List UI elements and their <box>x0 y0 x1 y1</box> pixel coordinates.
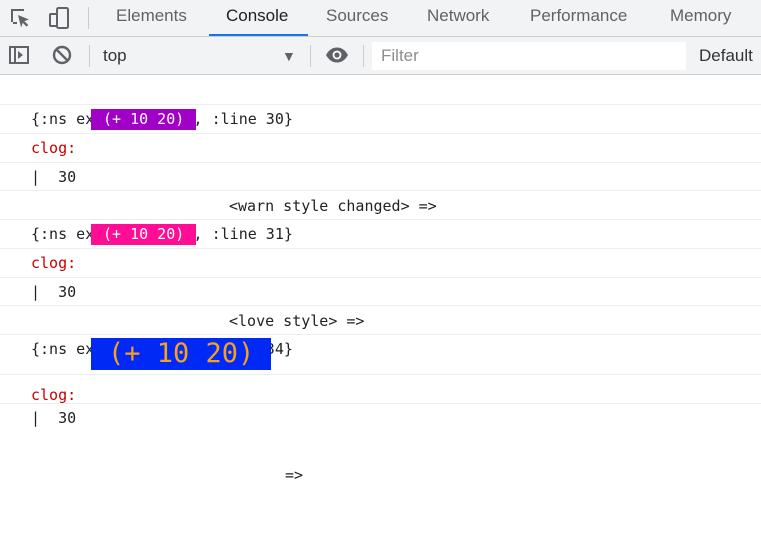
console-message-meta: {:ns examples.demo, :line 34} <box>0 306 761 358</box>
toolbar-separator <box>310 45 311 67</box>
inspect-element-icon[interactable] <box>8 6 32 30</box>
devtools-tabbar: Elements Console Sources Network Perform… <box>0 0 761 37</box>
log-levels-dropdown[interactable]: Default <box>699 44 753 68</box>
console-output: {:ns examples.demo, :line 30} clog: (+ 1… <box>0 76 761 484</box>
expression-badge: (+ 10 20) <box>91 338 272 370</box>
expression-badge: (+ 10 20) <box>91 109 197 130</box>
active-tab-indicator <box>209 34 308 36</box>
eye-icon[interactable] <box>325 44 349 66</box>
show-sidebar-icon[interactable] <box>8 44 30 66</box>
tab-memory[interactable]: Memory <box>670 0 731 36</box>
tab-elements[interactable]: Elements <box>116 0 187 36</box>
dropdown-arrow-icon[interactable]: ▼ <box>282 45 296 67</box>
console-message-result: | 30 <box>0 249 761 301</box>
console-blank-line <box>0 278 761 306</box>
tab-performance[interactable]: Performance <box>530 0 627 36</box>
result-value: | 30 <box>31 409 77 427</box>
console-message-result: | 30 <box>0 375 761 427</box>
tabbar-separator <box>88 7 89 29</box>
context-selector[interactable]: top <box>103 44 127 68</box>
console-toolbar: top ▼ Default <box>0 37 761 75</box>
console-message-clog: clog: (+ 10 20) <warn style changed> => <box>0 105 761 215</box>
tab-console[interactable]: Console <box>226 0 288 36</box>
tab-network[interactable]: Network <box>427 0 489 36</box>
console-message-meta: {:ns examples.demo, :line 31} <box>0 191 761 243</box>
expression-badge: (+ 10 20) <box>91 224 197 245</box>
filter-field[interactable] <box>372 42 686 70</box>
filter-input[interactable] <box>372 42 686 70</box>
style-note: => <box>285 466 304 484</box>
console-message-meta: {:ns examples.demo, :line 30} <box>0 76 761 128</box>
console-message-clog: clog: (+ 10 20) <love style> => <box>0 220 761 330</box>
console-blank-line <box>0 163 761 191</box>
tab-sources[interactable]: Sources <box>326 0 388 36</box>
toolbar-separator <box>89 45 90 67</box>
console-message-result: | 30 <box>0 134 761 186</box>
toolbar-separator <box>363 45 364 67</box>
clear-console-icon[interactable] <box>51 44 73 66</box>
console-message-clog: clog: (+ 10 20) => <box>0 335 761 484</box>
device-toolbar-icon[interactable] <box>48 6 72 30</box>
